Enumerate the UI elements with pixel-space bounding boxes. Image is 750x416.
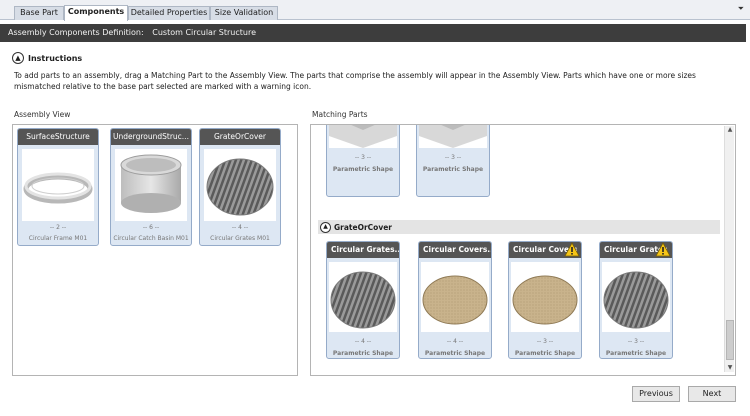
solid-cover-icon bbox=[421, 262, 489, 332]
card-count: -- 4 -- bbox=[354, 338, 372, 345]
card-name: Parametric Shape bbox=[605, 350, 667, 357]
assembly-card[interactable]: UndergroundStruc... -- 6 -- Circular Cat… bbox=[110, 128, 192, 246]
card-title: UndergroundStruc... bbox=[111, 129, 191, 145]
definition-value: Custom Circular Structure bbox=[152, 28, 257, 37]
card-name: Parametric Shape bbox=[514, 350, 576, 357]
scroll-thumb[interactable] bbox=[726, 320, 734, 360]
card-name: Circular Frame M01 bbox=[28, 235, 88, 242]
frame-ring-icon bbox=[22, 149, 94, 221]
card-name: Circular Grates M01 bbox=[210, 235, 270, 242]
card-name: Circular Catch Basin M01 bbox=[113, 235, 189, 242]
card-title: SurfaceStructure bbox=[18, 129, 98, 145]
card-name: Parametric Shape bbox=[424, 350, 486, 357]
card-title: GrateOrCover bbox=[200, 129, 280, 145]
definition-label: Assembly Components Definition: bbox=[8, 28, 144, 37]
tab-base-part[interactable]: Base Part bbox=[14, 6, 64, 20]
assembly-card[interactable]: GrateOrCover -- 4 -- Circular Grates M01 bbox=[199, 128, 281, 246]
card-name: Parametric Shape bbox=[332, 350, 394, 357]
solid-cover-icon bbox=[511, 262, 579, 332]
card-name: Parametric Shape bbox=[422, 166, 484, 173]
warning-icon bbox=[564, 242, 580, 257]
card-count: -- 4 -- bbox=[231, 224, 249, 231]
card-count: -- 3 -- bbox=[354, 154, 372, 161]
matching-card[interactable]: Circular Grates -- 3 -- Parametric Shape bbox=[599, 241, 673, 359]
assembly-card[interactable]: SurfaceStructure -- 2 -- Circular Frame … bbox=[17, 128, 99, 246]
card-count: -- 3 -- bbox=[627, 338, 645, 345]
instructions-text: To add parts to an assembly, drag a Matc… bbox=[14, 71, 696, 91]
assembly-view-label: Assembly View bbox=[14, 110, 71, 119]
card-count: -- 6 -- bbox=[142, 224, 160, 231]
striped-grate-icon bbox=[602, 262, 670, 332]
matching-parts-panel[interactable]: -- 3 -- Parametric Shape -- 3 -- Paramet… bbox=[310, 124, 736, 376]
basin-cylinder-icon bbox=[115, 149, 187, 221]
tab-menu-icon[interactable]: ⏷ bbox=[738, 4, 744, 14]
next-button[interactable]: Next bbox=[688, 386, 736, 402]
matching-card[interactable]: -- 3 -- Parametric Shape bbox=[416, 125, 490, 197]
card-count: -- 3 -- bbox=[536, 338, 554, 345]
collapse-chevron-up-icon[interactable]: ▲ bbox=[12, 52, 24, 64]
definition-bar: Assembly Components Definition: Custom C… bbox=[0, 24, 746, 42]
matching-card[interactable]: Circular Covers... -- 4 -- Parametric Sh… bbox=[418, 241, 492, 359]
concrete-block-icon bbox=[329, 125, 397, 148]
matching-card[interactable]: Circular Covers -- 3 -- Parametric Shape bbox=[508, 241, 582, 359]
previous-button[interactable]: Previous bbox=[632, 386, 680, 402]
tab-detailed-properties[interactable]: Detailed Properties bbox=[128, 6, 210, 20]
matching-card[interactable]: Circular Grates... -- 4 -- Parametric Sh… bbox=[326, 241, 400, 359]
card-count: -- 2 -- bbox=[49, 224, 67, 231]
instructions-header[interactable]: ▲ Instructions bbox=[12, 52, 82, 64]
card-title: Circular Covers... bbox=[419, 242, 491, 258]
matching-card[interactable]: -- 3 -- Parametric Shape bbox=[326, 125, 400, 197]
card-name: Parametric Shape bbox=[332, 166, 394, 173]
concrete-block-icon bbox=[419, 125, 487, 148]
scroll-up-arrow-icon[interactable]: ▲ bbox=[725, 126, 735, 134]
tab-components[interactable]: Components bbox=[64, 5, 128, 21]
instructions-title: Instructions bbox=[28, 53, 83, 63]
tab-bar: Base Part Components Detailed Properties… bbox=[0, 0, 750, 21]
collapse-chevron-up-icon[interactable]: ▲ bbox=[320, 221, 331, 233]
card-title: Circular Grates... bbox=[327, 242, 399, 258]
assembly-view-panel[interactable]: SurfaceStructure -- 2 -- Circular Frame … bbox=[12, 124, 298, 376]
scroll-down-arrow-icon[interactable]: ▼ bbox=[725, 364, 735, 372]
group-title: GrateOrCover bbox=[334, 222, 392, 232]
tab-size-validation[interactable]: Size Validation bbox=[210, 6, 278, 20]
card-count: -- 4 -- bbox=[446, 338, 464, 345]
matching-parts-label: Matching Parts bbox=[312, 110, 368, 119]
striped-grate-icon bbox=[329, 262, 397, 332]
card-count: -- 3 -- bbox=[444, 154, 462, 161]
matching-parts-scrollbar[interactable]: ▲ ▼ bbox=[724, 126, 734, 372]
striped-grate-icon bbox=[204, 149, 276, 221]
group-header-grate-or-cover[interactable]: ▲ GrateOrCover bbox=[318, 220, 720, 234]
warning-icon bbox=[655, 242, 671, 257]
